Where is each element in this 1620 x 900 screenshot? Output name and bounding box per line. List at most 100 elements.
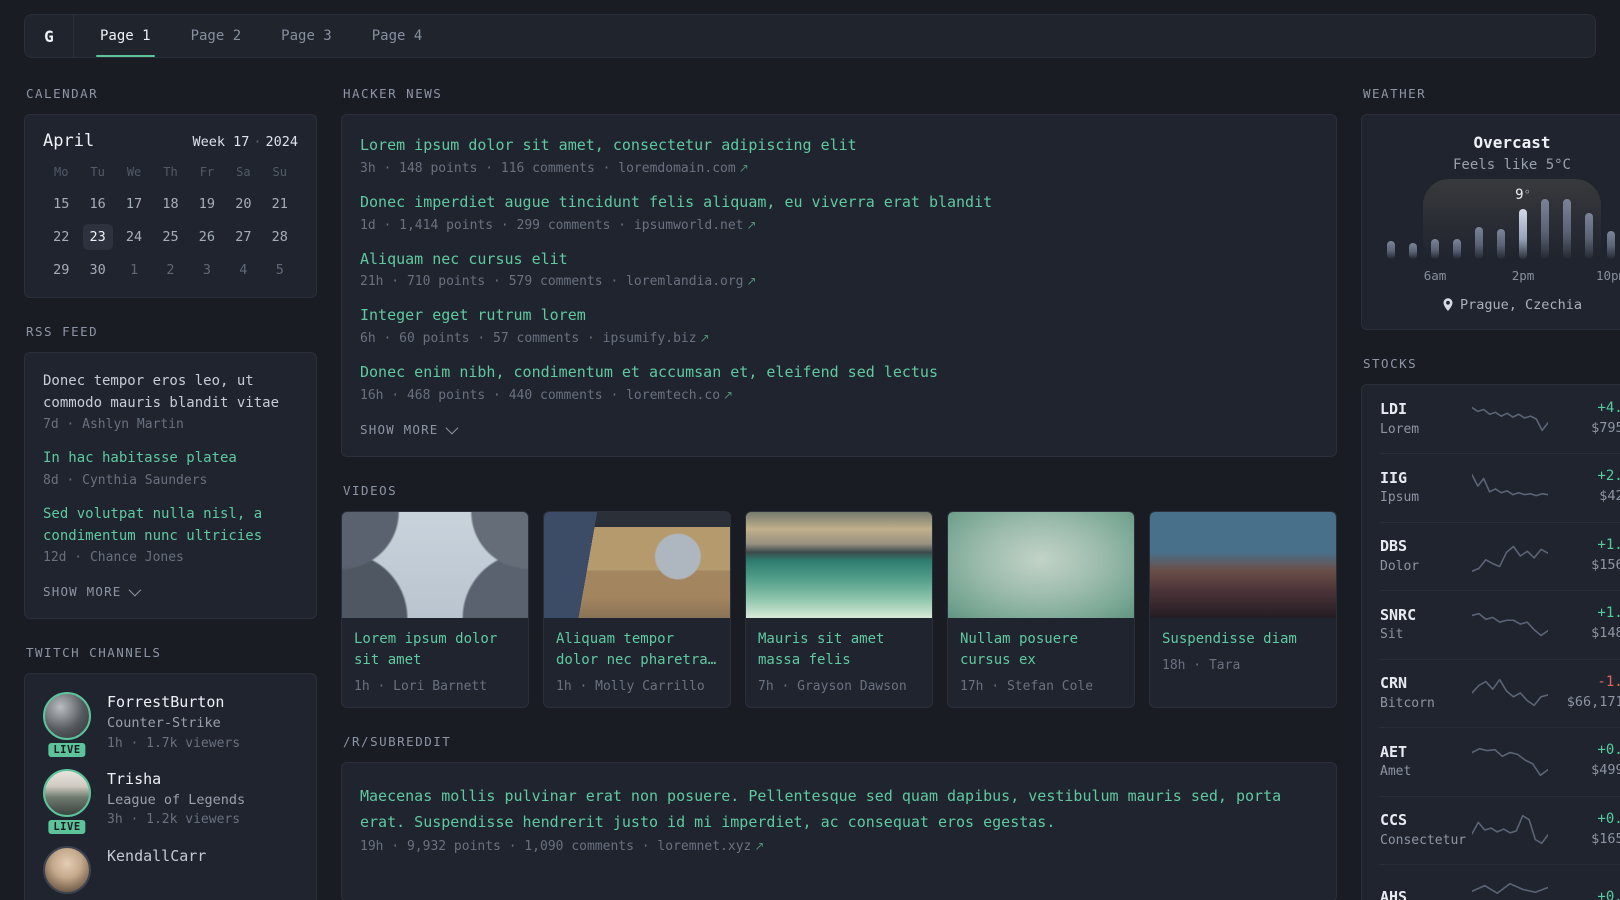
stock-sparkline xyxy=(1472,537,1548,575)
tab-page-4[interactable]: Page 4 xyxy=(352,15,443,57)
tab-page-1[interactable]: Page 1 xyxy=(80,15,171,57)
video-title[interactable]: Nullam posuere cursus ex xyxy=(960,629,1122,671)
left-column: CALENDAR April Week 17 · 2024 Mo Tu We Th Fr Sa… xyxy=(24,86,317,900)
calendar-year: 2024 xyxy=(265,134,298,150)
hackernews-item-title[interactable]: Integer eget rutrum lorem xyxy=(360,305,1318,327)
hackernews-domain-link[interactable]: loremtech.co xyxy=(626,388,720,403)
video-card-body: Nullam posuere cursus ex 17h · Stefan Col… xyxy=(948,618,1134,707)
video-thumbnail[interactable] xyxy=(746,511,932,618)
hackernews-item[interactable]: Lorem ipsum dolor sit amet, consectetur … xyxy=(360,135,1318,176)
stock-values: +4.35% $795.18 xyxy=(1548,399,1620,439)
hackernews-item-title[interactable]: Donec enim nibh, condimentum et accumsan… xyxy=(360,362,1318,384)
video-thumbnail[interactable] xyxy=(342,511,528,618)
stock-values: +2.84% $42.04 xyxy=(1548,467,1620,507)
stock-info: AHS xyxy=(1380,887,1472,900)
subreddit-item[interactable]: Maecenas mollis pulvinar erat non posuer… xyxy=(360,783,1318,855)
weather-hour-slot xyxy=(1380,195,1402,259)
rss-item[interactable]: Donec tempor eros leo, ut commodo mauris… xyxy=(43,371,298,432)
rss-item[interactable]: In hac habitasse platea 8d · Cynthia Saun… xyxy=(43,448,298,488)
rss-item-title[interactable]: Donec tempor eros leo, ut commodo mauris… xyxy=(43,371,298,414)
video-card[interactable]: Suspendisse diam 18h · Tara xyxy=(1149,510,1337,708)
stock-row-ccs[interactable]: CCS Consectetur +0.51% $165.84 xyxy=(1380,795,1620,864)
stock-sparkline xyxy=(1472,674,1548,712)
calendar-day: 28 xyxy=(271,229,288,245)
rss-item-title[interactable]: Sed volutpat nulla nisl, a condimentum n… xyxy=(43,504,298,547)
middle-column: HACKER NEWS Lorem ipsum dolor sit amet, … xyxy=(341,86,1337,900)
calendar-day-selected: 23 xyxy=(82,224,113,250)
hackernews-section-title: HACKER NEWS xyxy=(343,86,443,101)
video-card-body: Lorem ipsum dolor sit amet consectetu… 1h… xyxy=(342,618,528,707)
video-thumbnail[interactable] xyxy=(1150,511,1336,618)
video-title[interactable]: Mauris sit amet massa felis xyxy=(758,629,920,671)
weather-widget: Overcast Feels like 5°C 9° 6am 2pm 10pm Pr… xyxy=(1361,114,1620,330)
weather-bar-current xyxy=(1519,209,1527,259)
hackernews-domain-link[interactable]: loremlandia.org xyxy=(626,274,743,289)
stock-name: Sit xyxy=(1380,627,1404,643)
stock-symbol: CCS xyxy=(1380,811,1408,830)
stock-row-aet[interactable]: AET Amet +0.92% $499.72 xyxy=(1380,727,1620,795)
hackernews-show-more-button[interactable]: SHOW MORE xyxy=(360,421,458,437)
subreddit-item-title[interactable]: Maecenas mollis pulvinar erat non posuer… xyxy=(360,783,1318,836)
stock-values: -1.00% $66,171.48 xyxy=(1548,673,1620,713)
video-card-body: Aliquam tempor dolor nec pharetra… 1h · M… xyxy=(544,618,730,707)
video-thumbnail[interactable] xyxy=(544,511,730,618)
subreddit-domain-link[interactable]: loremnet.xyz xyxy=(657,839,751,854)
video-title[interactable]: Lorem ipsum dolor sit amet consectetu… xyxy=(354,629,516,671)
stock-values: +1.36% $148.64 xyxy=(1548,604,1620,644)
weather-time-label: 2pm xyxy=(1511,268,1535,283)
video-meta: 17h · Stefan Cole xyxy=(960,678,1094,694)
weather-feels-like: Feels like 5°C xyxy=(1452,157,1571,173)
weather-location-row: Prague, Czechia xyxy=(1378,297,1620,313)
weather-section: WEATHER Overcast Feels like 5°C 9° 6am 2p… xyxy=(1361,86,1620,330)
video-card[interactable]: Nullam posuere cursus ex 17h · Stefan Col… xyxy=(947,510,1135,708)
weather-bar xyxy=(1585,213,1593,259)
twitch-channel-row[interactable]: LIVE ForrestBurton Counter-Strike 1h · 1.7k… xyxy=(43,692,298,760)
stock-row-ldi[interactable]: LDI Lorem +4.35% $795.18 xyxy=(1380,386,1620,453)
hackernews-item[interactable]: Donec enim nibh, condimentum et accumsan… xyxy=(360,362,1318,403)
hackernews-domain-link[interactable]: loremdomain.com xyxy=(618,161,735,176)
stock-row-dbs[interactable]: DBS Dolor +1.42% $156.28 xyxy=(1380,521,1620,590)
chevron-down-icon xyxy=(128,584,141,597)
rss-show-more-button[interactable]: SHOW MORE xyxy=(43,584,141,599)
video-card[interactable]: Lorem ipsum dolor sit amet consectetu… 1h… xyxy=(341,510,529,708)
hackernews-item[interactable]: Donec imperdiet augue tincidunt felis al… xyxy=(360,192,1318,233)
weather-bar xyxy=(1409,243,1417,259)
tab-page-3[interactable]: Page 3 xyxy=(261,15,352,57)
tab-page-2[interactable]: Page 2 xyxy=(171,15,262,57)
stock-row-ahs[interactable]: AHS +0.46% xyxy=(1380,864,1620,900)
hackernews-item-meta: 21h · 710 points · 579 comments · loreml… xyxy=(360,274,1318,289)
rss-item-title[interactable]: In hac habitasse platea xyxy=(43,448,298,470)
video-card[interactable]: Aliquam tempor dolor nec pharetra… 1h · M… xyxy=(543,510,731,708)
external-link-icon: ↗ xyxy=(746,217,757,232)
calendar-day: 16 xyxy=(89,196,106,212)
hackernews-item[interactable]: Integer eget rutrum lorem 6h · 60 points … xyxy=(360,305,1318,346)
weather-bar xyxy=(1431,239,1439,259)
rss-item[interactable]: Sed volutpat nulla nisl, a condimentum n… xyxy=(43,504,298,565)
hackernews-domain-link[interactable]: ipsumworld.net xyxy=(634,218,744,233)
video-thumbnail[interactable] xyxy=(948,511,1134,618)
calendar-widget: April Week 17 · 2024 Mo Tu We Th Fr Sa Su 15 16 17 1… xyxy=(24,114,317,298)
videos-carousel: Lorem ipsum dolor sit amet consectetu… 1h… xyxy=(341,510,1337,708)
weather-bar xyxy=(1475,227,1483,259)
stock-row-iig[interactable]: IIG Ipsum +2.84% $42.04 xyxy=(1380,453,1620,521)
stock-price: $795.18 xyxy=(1591,419,1620,436)
hackernews-item-title[interactable]: Aliquam nec cursus elit xyxy=(360,249,1318,271)
stock-row-snrc[interactable]: SNRC Sit +1.36% $148.64 xyxy=(1380,590,1620,658)
hackernews-domain-link[interactable]: ipsumify.biz xyxy=(603,331,697,346)
calendar-grid: Mo Tu We Th Fr Sa Su 15 16 17 18 19 20 21 22 23 24 25 26 27… xyxy=(43,165,298,283)
stock-info: SNRC Sit xyxy=(1380,605,1472,645)
avatar xyxy=(43,692,91,741)
stock-row-crn[interactable]: CRN Bitcorn -1.00% $66,171.48 xyxy=(1380,658,1620,727)
hackernews-item-title[interactable]: Lorem ipsum dolor sit amet, consectetur … xyxy=(360,135,1318,157)
video-card-body: Suspendisse diam 18h · Tara xyxy=(1150,618,1336,686)
calendar-day: 2 xyxy=(166,262,175,278)
video-card[interactable]: Mauris sit amet massa felis 7h · Grayson … xyxy=(745,510,933,708)
twitch-channel-row[interactable]: LIVE Trisha League of Legends 3h · 1.2k vie… xyxy=(43,769,298,836)
video-title[interactable]: Aliquam tempor dolor nec pharetra… xyxy=(556,629,718,671)
stock-symbol: IIG xyxy=(1380,468,1408,487)
calendar-day: 5 xyxy=(275,262,284,278)
hackernews-item[interactable]: Aliquam nec cursus elit 21h · 710 points … xyxy=(360,249,1318,290)
hackernews-item-title[interactable]: Donec imperdiet augue tincidunt felis al… xyxy=(360,192,1318,214)
twitch-channel-row[interactable]: KendallCarr xyxy=(43,845,298,894)
video-title[interactable]: Suspendisse diam xyxy=(1162,629,1324,650)
